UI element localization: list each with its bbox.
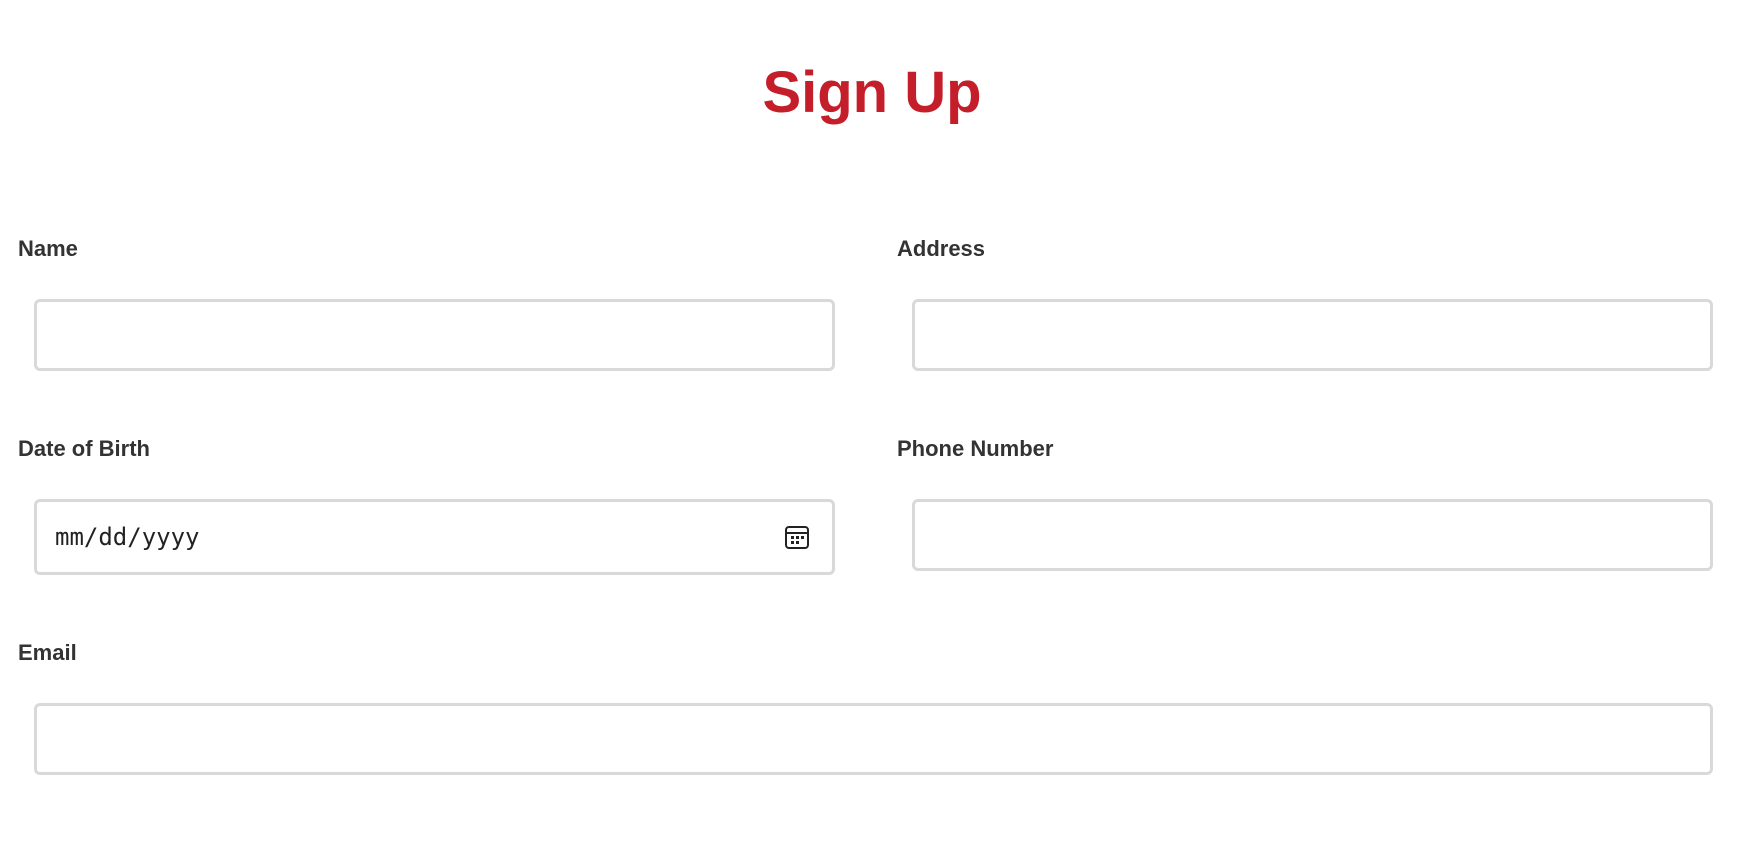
email-input[interactable] <box>34 703 1713 775</box>
calendar-icon[interactable] <box>784 524 810 550</box>
page-title: Sign Up <box>762 60 982 125</box>
address-input[interactable] <box>912 299 1713 371</box>
dob-input[interactable]: mm/dd/yyyy <box>34 499 835 575</box>
name-input[interactable] <box>34 299 835 371</box>
name-label: Name <box>18 236 78 261</box>
phone-input[interactable] <box>912 499 1713 571</box>
dob-label: Date of Birth <box>18 436 150 461</box>
address-label: Address <box>897 236 986 261</box>
dob-placeholder: mm/dd/yyyy <box>55 523 200 551</box>
phone-label: Phone Number <box>897 436 1054 461</box>
email-label: Email <box>18 640 77 665</box>
